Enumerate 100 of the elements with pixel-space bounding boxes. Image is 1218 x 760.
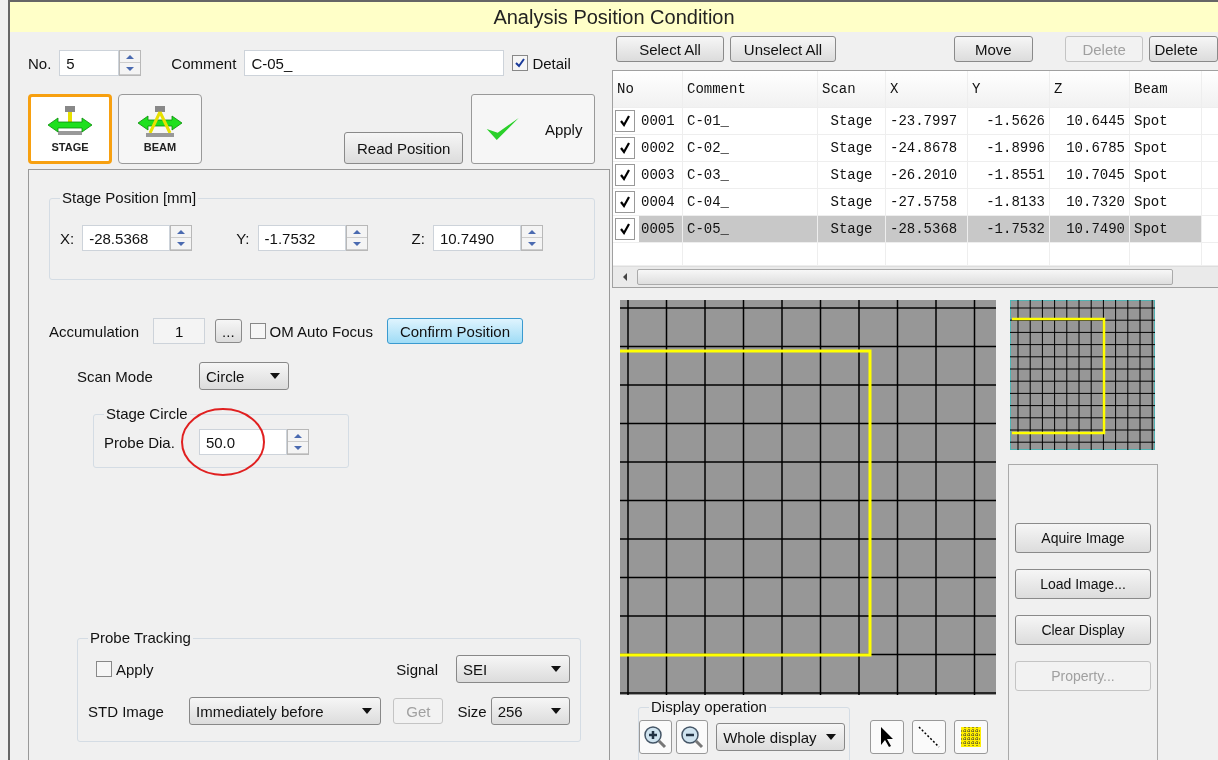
- signal-dropdown[interactable]: SEI: [456, 655, 570, 683]
- mode-tab[interactable]: BEAM: [118, 94, 202, 164]
- table-cell: 10.7320: [1050, 189, 1130, 215]
- table-cell: 10.7490: [1050, 216, 1130, 242]
- apply-button[interactable]: Apply: [471, 94, 596, 164]
- checkbox[interactable]: [512, 55, 529, 71]
- confirm-position-button[interactable]: Confirm Position: [386, 318, 523, 344]
- table-cell: -26.2010: [886, 162, 968, 188]
- group-title: Display operation: [649, 698, 769, 715]
- table-cell: 0002: [641, 140, 675, 156]
- table-cell: Spot: [1130, 216, 1202, 242]
- zoom-dropdown[interactable]: Whole display: [716, 723, 845, 751]
- column-header[interactable]: X: [886, 71, 968, 107]
- zoom-out-icon[interactable]: [675, 720, 709, 754]
- pointer-icon[interactable]: [870, 720, 904, 754]
- mode-tab[interactable]: STAGE: [28, 94, 112, 164]
- toolbar-button[interactable]: Move: [954, 36, 1033, 62]
- table-cell: -1.8996: [968, 135, 1050, 161]
- table-row[interactable]: 0002 C-02_ Stage -24.8678 -1.8996 10.6785 Spot: [613, 135, 1218, 162]
- table-cell: C-01_: [683, 108, 818, 134]
- table-cell: Spot: [1130, 135, 1202, 161]
- table-cell: Spot: [1130, 108, 1202, 134]
- image-button[interactable]: Aquire Image: [1015, 523, 1151, 553]
- size-dropdown[interactable]: 256: [490, 697, 570, 725]
- table-row[interactable]: 0003 C-03_ Stage -26.2010 -1.8551 10.7045 Spot: [613, 162, 1218, 189]
- std-image-dropdown[interactable]: Immediately before: [189, 697, 382, 725]
- checkbox[interactable]: [249, 323, 266, 339]
- table-cell: C-03_: [683, 162, 818, 188]
- coordinate-field[interactable]: -1.7532: [257, 225, 346, 251]
- table-cell: 0005: [641, 221, 675, 237]
- spin-buttons[interactable]: [286, 429, 309, 455]
- spin-buttons[interactable]: [119, 50, 142, 76]
- grid-tool-icon[interactable]: [954, 720, 988, 754]
- table-row[interactable]: 0001 C-01_ Stage -23.7997 -1.5626 10.6445 Spot: [613, 108, 1218, 135]
- checkbox-label: Detail: [532, 54, 571, 72]
- table-cell: -1.8551: [968, 162, 1050, 188]
- field-label: Z:: [411, 229, 425, 247]
- checkmark-icon: [619, 169, 631, 181]
- toolbar-button[interactable]: Unselect All: [730, 36, 836, 62]
- image-button[interactable]: Clear Display: [1015, 615, 1151, 645]
- window-title: Analysis Position Condition: [493, 5, 735, 29]
- comment-field[interactable]: C-05_: [244, 50, 505, 76]
- checkbox[interactable]: [615, 137, 635, 159]
- toolbar-button[interactable]: Select All: [616, 36, 724, 62]
- table-cell: 0004: [641, 194, 675, 210]
- horizontal-scrollbar[interactable]: [613, 266, 1218, 287]
- table-cell: C-05_: [683, 216, 818, 242]
- table-cell: -23.7997: [886, 108, 968, 134]
- checkmark-icon: [514, 57, 527, 69]
- field-label: Signal: [396, 660, 438, 678]
- table-cell: -1.8133: [968, 189, 1050, 215]
- column-header[interactable]: Y: [968, 71, 1050, 107]
- group-title: Stage Position [mm]: [60, 189, 199, 206]
- field-label: Probe Dia.: [104, 433, 175, 451]
- column-header[interactable]: Comment: [683, 71, 818, 107]
- column-header[interactable]: Beam: [1130, 71, 1202, 107]
- checkbox-label: Apply: [116, 660, 154, 678]
- image-button[interactable]: Load Image...: [1015, 569, 1151, 599]
- field-label: STD Image: [88, 702, 165, 720]
- table-cell: -1.5626: [968, 108, 1050, 134]
- zoom-in-icon[interactable]: [639, 720, 672, 754]
- checkbox[interactable]: [615, 218, 635, 240]
- table-cell: -1.7532: [968, 216, 1050, 242]
- field-label: Accumulation: [49, 322, 140, 340]
- more-button[interactable]: ...: [215, 319, 242, 343]
- group-title: Stage Circle: [104, 405, 190, 422]
- checkbox[interactable]: [615, 191, 635, 213]
- checkbox[interactable]: [96, 661, 112, 677]
- toolbar-button[interactable]: Delete: [1149, 36, 1218, 62]
- scan-mode-dropdown[interactable]: Circle: [199, 362, 289, 390]
- checkbox[interactable]: [615, 110, 635, 132]
- table-cell: Stage: [818, 135, 886, 161]
- column-header[interactable]: Scan: [818, 71, 886, 107]
- table-cell: Stage: [818, 162, 886, 188]
- table-cell: 0001: [641, 113, 675, 129]
- line-tool-icon[interactable]: [912, 720, 946, 754]
- spin-buttons[interactable]: [520, 225, 543, 251]
- table-cell: -24.8678: [886, 135, 968, 161]
- field-label: No.: [28, 54, 52, 72]
- checkmark-icon: [619, 142, 631, 154]
- checkbox[interactable]: [615, 164, 635, 186]
- table-row[interactable]: 0005 C-05_ Stage -28.5368 -1.7532 10.7490 Spot: [613, 216, 1218, 243]
- coordinate-field[interactable]: 10.7490: [432, 225, 521, 251]
- read-position-button[interactable]: Read Position: [344, 132, 464, 164]
- number-field[interactable]: 5: [59, 50, 120, 76]
- table-cell: C-02_: [683, 135, 818, 161]
- accumulation-field[interactable]: 1: [153, 318, 206, 344]
- spin-buttons[interactable]: [345, 225, 368, 251]
- field-label: Size: [457, 702, 487, 720]
- checkbox-label: OM Auto Focus: [269, 322, 373, 340]
- spin-buttons[interactable]: [170, 225, 193, 251]
- table-cell: C-04_: [683, 189, 818, 215]
- field-label: Scan Mode: [77, 367, 154, 385]
- table-cell: 10.6785: [1050, 135, 1130, 161]
- column-header[interactable]: Z: [1050, 71, 1130, 107]
- table-cell: Spot: [1130, 189, 1202, 215]
- coordinate-field[interactable]: -28.5368: [82, 225, 171, 251]
- table-cell: Stage: [818, 108, 886, 134]
- column-header[interactable]: No: [613, 71, 683, 107]
- probe-diameter-field[interactable]: 50.0: [198, 429, 287, 455]
